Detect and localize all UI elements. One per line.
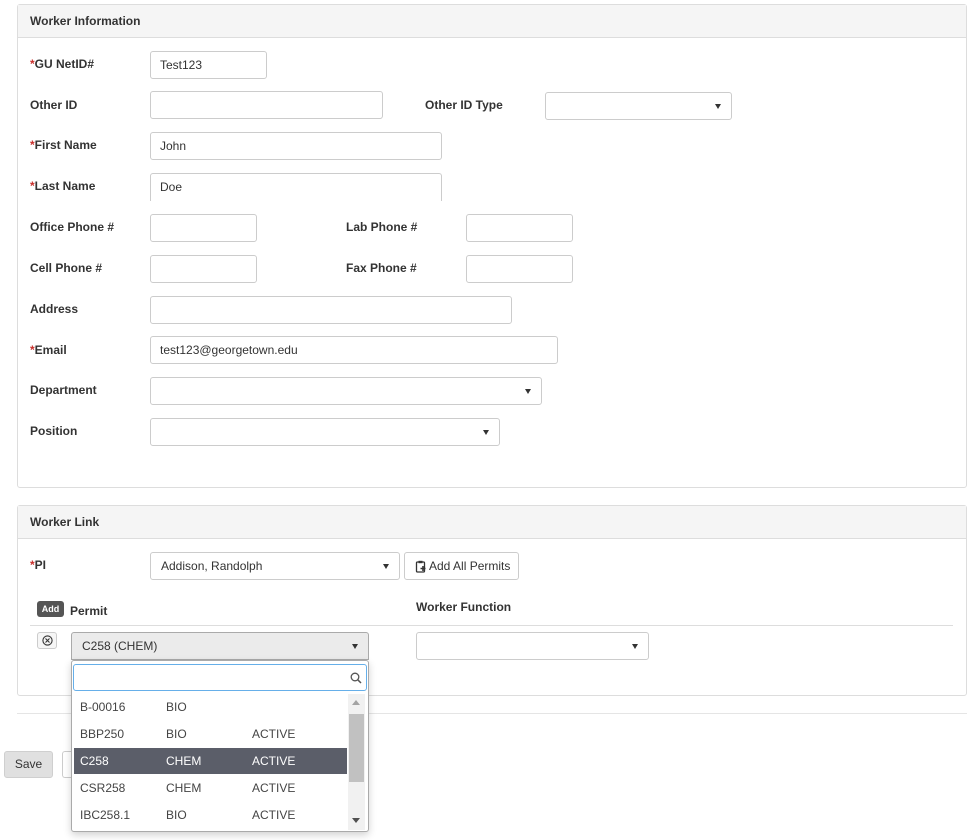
permit-option-dept: BIO [166, 700, 187, 714]
caret-down-icon [715, 104, 721, 109]
position-select[interactable] [150, 418, 500, 446]
first-name-label: *First Name [30, 138, 97, 152]
circled-x-icon [42, 635, 53, 646]
permit-option-code: IBC258.1 [80, 808, 131, 822]
address-input[interactable] [150, 296, 512, 324]
fax-phone-label: Fax Phone # [346, 261, 417, 275]
permit-option-status: ACTIVE [252, 754, 296, 768]
position-label: Position [30, 424, 78, 438]
add-permit-button[interactable]: Add [37, 601, 64, 617]
lab-phone-label: Lab Phone # [346, 220, 418, 234]
dropdown-scrollbar[interactable] [348, 694, 365, 830]
address-label: Address [30, 302, 79, 316]
office-phone-input[interactable] [150, 214, 257, 242]
permit-option-code: B-00016 [80, 700, 126, 714]
permit-option[interactable]: IBC258.1 BIO ACTIVE [74, 802, 347, 828]
caret-down-icon [483, 430, 489, 435]
search-icon [350, 672, 362, 684]
table-header-divider [30, 625, 953, 626]
permit-option-dept: CHEM [166, 781, 202, 795]
caret-down-icon [352, 644, 358, 649]
permit-option[interactable]: B-00016 BIO [74, 694, 347, 720]
pi-label: *PI [30, 558, 47, 572]
scroll-down-arrow-icon[interactable] [352, 818, 360, 823]
pi-select[interactable]: Addison, Randolph [150, 552, 400, 580]
permit-option-selected[interactable]: C258 CHEM ACTIVE [74, 748, 347, 774]
worker-function-column-header: Worker Function [416, 600, 512, 614]
email-input[interactable]: test123@georgetown.edu [150, 336, 558, 364]
office-phone-label: Office Phone # [30, 220, 115, 234]
last-name-input[interactable]: Doe [150, 173, 442, 201]
permit-option-code: BBP250 [80, 727, 125, 741]
scroll-up-arrow-icon[interactable] [352, 700, 360, 705]
permit-option-dept: BIO [166, 808, 187, 822]
permit-select[interactable]: C258 (CHEM) [71, 632, 369, 660]
cell-phone-input[interactable] [150, 255, 257, 283]
caret-down-icon [632, 644, 638, 649]
permit-dropdown: B-00016 BIO BBP250 BIO ACTIVE C258 CHEM … [71, 660, 369, 832]
permit-option-dept: CHEM [166, 754, 202, 768]
gu-netid-label: *GU NetID# [30, 57, 95, 71]
other-id-type-label: Other ID Type [425, 98, 503, 112]
email-label: *Email [30, 343, 67, 357]
caret-down-icon [383, 564, 389, 569]
other-id-type-select[interactable] [545, 92, 732, 120]
worker-information-heading: Worker Information [18, 5, 966, 38]
permit-search-input[interactable] [73, 664, 367, 691]
permit-option-code: CSR258 [80, 781, 126, 795]
permit-select-value: C258 (CHEM) [82, 639, 158, 653]
permit-option-dept: BIO [166, 727, 187, 741]
remove-permit-button[interactable] [37, 632, 57, 649]
add-all-permits-label: Add All Permits [429, 559, 511, 573]
worker-function-select[interactable] [416, 632, 649, 660]
permit-option[interactable]: CSR258 CHEM ACTIVE [74, 775, 347, 801]
lab-phone-input[interactable] [466, 214, 573, 242]
other-id-label: Other ID [30, 98, 78, 112]
fax-phone-input[interactable] [466, 255, 573, 283]
worker-link-heading: Worker Link [18, 506, 966, 539]
permit-option-status: ACTIVE [252, 781, 296, 795]
caret-down-icon [525, 389, 531, 394]
permit-option[interactable]: BBP250 BIO ACTIVE [74, 721, 347, 747]
cell-phone-label: Cell Phone # [30, 261, 103, 275]
last-name-label: *Last Name [30, 179, 96, 193]
scrollbar-thumb[interactable] [349, 714, 364, 782]
pi-value: Addison, Randolph [161, 559, 263, 573]
department-select[interactable] [150, 377, 542, 405]
permit-column-header: Permit [70, 604, 108, 618]
department-label: Department [30, 383, 97, 397]
save-button[interactable]: Save [4, 751, 53, 778]
permit-option-status: ACTIVE [252, 808, 296, 822]
permit-option-status: ACTIVE [252, 727, 296, 741]
gu-netid-input[interactable]: Test123 [150, 51, 267, 79]
add-all-permits-button[interactable]: Add All Permits [404, 552, 519, 580]
other-id-input[interactable] [150, 91, 383, 119]
permit-option-code: C258 [80, 754, 109, 768]
first-name-input[interactable]: John [150, 132, 442, 160]
clipboard-plus-icon [415, 560, 426, 573]
